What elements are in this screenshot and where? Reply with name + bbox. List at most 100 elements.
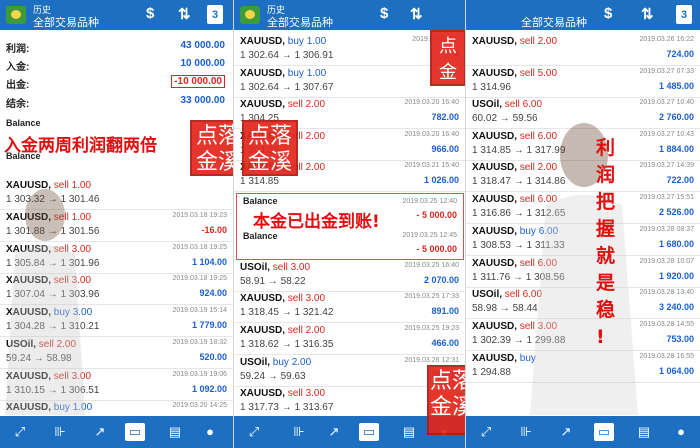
sort-icon[interactable]: ⇅ — [410, 5, 423, 23]
trade-date: 2019.03.27 07:33 — [639, 68, 695, 75]
header-title[interactable]: 全部交易品种 — [33, 14, 99, 30]
trade-row[interactable]: XAUUSD, sell 3.00 1 318.45 → 1 321.42 2019… — [234, 291, 465, 323]
trade-side: sell 2.00 — [287, 325, 326, 336]
trade-symbol: XAUUSD, buy 1.00 — [240, 36, 327, 47]
trade-date: 2019.03.19 19:06 — [172, 371, 228, 378]
trade-date: 2019.03.27 10:40 — [639, 99, 695, 106]
trade-price: 1 314.96 — [472, 82, 511, 93]
balance-row[interactable]: Balance — [243, 196, 278, 206]
chart-icon[interactable]: ⤢ — [10, 423, 30, 441]
calendar-icon[interactable]: 3 — [207, 5, 223, 24]
withdraw-label: 出金: — [6, 80, 30, 91]
trade-symbol: XAUUSD, buy 1.00 — [240, 68, 327, 79]
trade-date: 2019.03.28 10:07 — [639, 258, 695, 265]
candles-icon[interactable]: ⊪ — [50, 423, 70, 441]
trade-date: 2019.03.28 16:55 — [639, 353, 695, 360]
app-logo-icon — [6, 6, 26, 24]
trade-row[interactable]: XAUUSD, sell 5.00 1 314.96 2019.03.27 07:3… — [466, 66, 700, 98]
trend-icon[interactable]: ↗ — [324, 423, 344, 441]
trade-date: 2019.03.20 16:40 — [404, 131, 460, 138]
sort-icon[interactable]: ⇅ — [178, 5, 191, 23]
seal-stamp: 点落 金溪 — [242, 120, 298, 176]
seal-stamp: 点落 金溪 — [190, 120, 233, 176]
chart-icon[interactable]: ⤢ — [244, 423, 264, 441]
trade-side: sell 3.00 — [272, 262, 311, 273]
trade-price: 1 317.73 → 1 313.67 — [240, 402, 334, 413]
trade-date: 2019.03.28 13:40 — [639, 289, 695, 296]
trade-date: 2019.03.19 15:14 — [172, 307, 228, 314]
trade-row[interactable]: XAUUSD, sell 2.00 1 318.62 → 1 316.35 2019… — [234, 323, 465, 355]
trade-side: buy 1.00 — [287, 36, 327, 47]
trade-date: 2019.03.26 12:31 — [404, 357, 460, 364]
trend-icon[interactable]: ↗ — [90, 423, 110, 441]
trade-price: 1 294.88 — [472, 367, 511, 378]
trade-symbol: XAUUSD, sell 2.00 — [240, 99, 326, 110]
trade-profit: 2 526.00 — [658, 207, 694, 217]
trade-side: buy 2.00 — [272, 357, 312, 368]
person-image — [530, 123, 638, 415]
inbox-icon[interactable]: ▭ — [125, 423, 145, 441]
header-title[interactable]: 全部交易品种 — [521, 14, 587, 30]
profit-label: 利润: — [6, 44, 30, 55]
trade-profit: 2 070.00 — [423, 275, 459, 285]
trade-profit: 3 240.00 — [658, 302, 694, 312]
trade-date: 2019.03.28 08:37 — [639, 226, 695, 233]
trade-side: sell 2.00 — [519, 36, 558, 47]
trade-profit: 1 680.00 — [658, 239, 694, 249]
trade-side: sell 2.00 — [287, 99, 326, 110]
withdraw-value: -10 000.00 — [171, 75, 225, 88]
chart-icon[interactable]: ⤢ — [476, 423, 496, 441]
currency-icon[interactable]: $ — [146, 5, 154, 22]
trade-date: 2019.03.26 16:22 — [639, 36, 695, 43]
trade-symbol: XAUUSD, sell 3.00 — [240, 293, 326, 304]
balance-row[interactable]: Balance — [6, 118, 41, 128]
top-bar: 历史 全部交易品种 $ ⇅ — [234, 0, 465, 30]
trade-profit: 724.00 — [666, 49, 694, 59]
history-panel-1: 历史 全部交易品种 $ ⇅ 3 利润: 43 000.00 入金: 10 000… — [0, 0, 233, 448]
trade-profit: 2 760.00 — [658, 112, 694, 122]
trade-price: 1 318.62 → 1 316.35 — [240, 339, 334, 350]
header-title[interactable]: 全部交易品种 — [267, 14, 333, 30]
trade-profit: -16.00 — [201, 225, 227, 235]
bottom-nav: ⤢ ⊪ ↗ ▭ ▤ ● — [0, 416, 233, 448]
trade-row[interactable]: USOil, sell 3.00 58.91 → 58.22 2019.03.25 … — [234, 260, 465, 292]
trade-side: sell 3.00 — [287, 388, 326, 399]
news-icon[interactable]: ▤ — [399, 423, 419, 441]
inbox-icon[interactable]: ▭ — [359, 423, 379, 441]
candles-icon[interactable]: ⊪ — [289, 423, 309, 441]
news-icon[interactable]: ▤ — [165, 423, 185, 441]
trade-profit: 1 485.00 — [658, 81, 694, 91]
trade-date: 2019.03.18 19:23 — [172, 212, 228, 219]
bottom-nav: ⤢ ⊪ ↗ ▭ ▤ ● — [466, 416, 700, 448]
trend-icon[interactable]: ↗ — [556, 423, 576, 441]
calendar-icon[interactable]: 3 — [676, 5, 692, 24]
withdraw-callout: Balance 2019.03.25 12:40 - 5 000.00 Bala… — [236, 193, 464, 260]
trade-row[interactable]: XAUUSD, sell 2.00 2019.03.26 16:22 724.00 — [466, 34, 700, 66]
news-icon[interactable]: ▤ — [634, 423, 654, 441]
chat-icon[interactable]: ● — [200, 423, 220, 441]
currency-icon[interactable]: $ — [604, 5, 612, 22]
trade-date: 2019.03.25 17:33 — [404, 293, 460, 300]
candles-icon[interactable]: ⊪ — [516, 423, 536, 441]
balance-label: 结余: — [6, 99, 30, 110]
chat-icon[interactable]: ● — [671, 423, 691, 441]
sort-icon[interactable]: ⇅ — [641, 5, 654, 23]
trade-profit: 1 026.00 — [423, 175, 459, 185]
currency-icon[interactable]: $ — [380, 5, 388, 22]
trade-price: 1 302.64 → 1 306.91 — [240, 50, 334, 61]
trade-date: 2019.03.20 16:40 — [404, 99, 460, 106]
trade-profit: 1 884.00 — [658, 144, 694, 154]
history-panel-2: 历史 全部交易品种 $ ⇅ XAUUSD, buy 1.00 1 302.64 →… — [233, 0, 465, 448]
trade-side: sell 6.00 — [504, 99, 543, 110]
inbox-icon[interactable]: ▭ — [594, 423, 614, 441]
trade-profit: 1 920.00 — [658, 271, 694, 281]
balance-row[interactable]: Balance — [243, 231, 278, 241]
profit-value: 43 000.00 — [180, 40, 226, 51]
trade-date: 2019.03.25 16:40 — [404, 262, 460, 269]
trade-side: buy 1.00 — [287, 68, 327, 79]
trade-symbol: USOil, sell 6.00 — [472, 99, 543, 110]
trade-profit: 1 779.00 — [191, 320, 227, 330]
trade-date: 2019.03.25 19:23 — [404, 325, 460, 332]
trade-symbol: XAUUSD, sell 2.00 — [240, 325, 326, 336]
trade-profit: 782.00 — [431, 112, 459, 122]
